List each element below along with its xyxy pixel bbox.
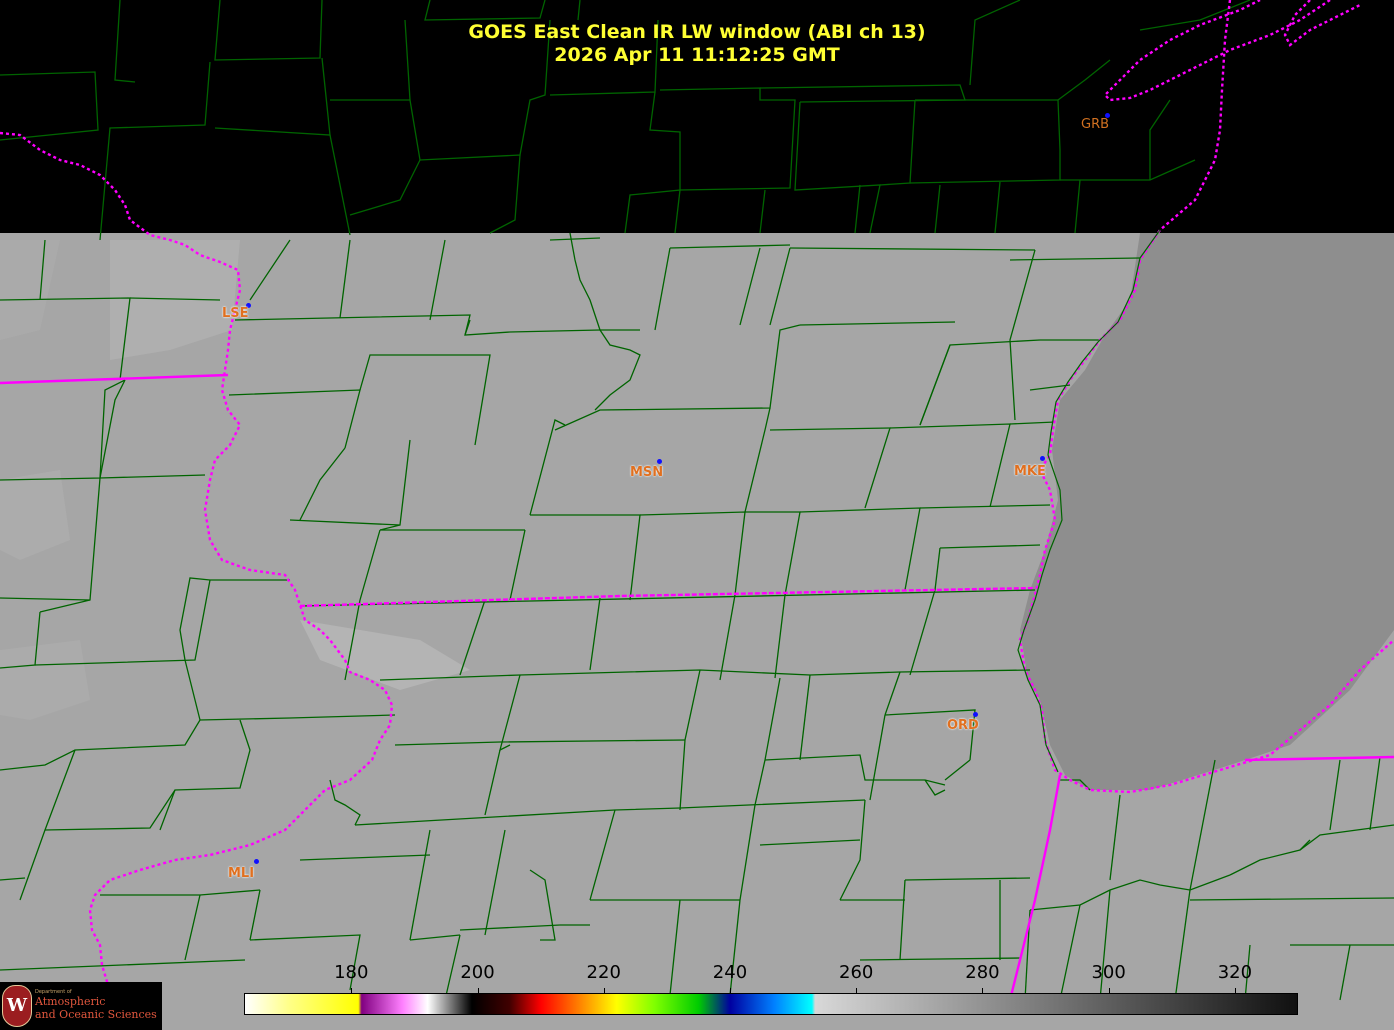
image-title-line2: 2026 Apr 11 11:12:25 GMT <box>554 44 840 66</box>
logo-line2: and Oceanic Sciences <box>35 1008 157 1021</box>
colorbar-tick-label: 180 <box>334 962 369 983</box>
colorbar-tick-label: 260 <box>839 962 874 983</box>
colorbar-tick-label: 240 <box>712 962 748 983</box>
colorbar-tick-label: 200 <box>460 962 495 983</box>
station-marker <box>657 459 662 464</box>
station-label-lse: LSE <box>222 306 249 321</box>
satellite-ir-map <box>0 0 1394 1030</box>
station-marker <box>1040 456 1045 461</box>
colorbar-tick-label: 300 <box>1091 962 1126 983</box>
station-label-mke: MKE <box>1014 464 1046 479</box>
station-marker <box>254 859 259 864</box>
uw-seal-icon: W <box>2 985 32 1027</box>
colorbar-tick-label: 320 <box>1217 962 1253 983</box>
logo-line1: Atmospheric <box>35 995 106 1008</box>
aos-logo: W Department of Atmospheric and Oceanic … <box>0 982 162 1030</box>
temperature-colorbar <box>244 993 1298 1015</box>
colorbar-tick-label: 220 <box>586 962 621 983</box>
station-label-ord: ORD <box>947 718 979 733</box>
image-title-line1: GOES East Clean IR LW window (ABI ch 13) <box>468 21 926 43</box>
station-label-grb: GRB <box>1081 117 1110 132</box>
station-label-mli: MLI <box>228 866 255 881</box>
station-label-msn: MSN <box>630 465 664 480</box>
station-marker <box>973 712 978 717</box>
colorbar-tick-label: 280 <box>965 962 1000 983</box>
